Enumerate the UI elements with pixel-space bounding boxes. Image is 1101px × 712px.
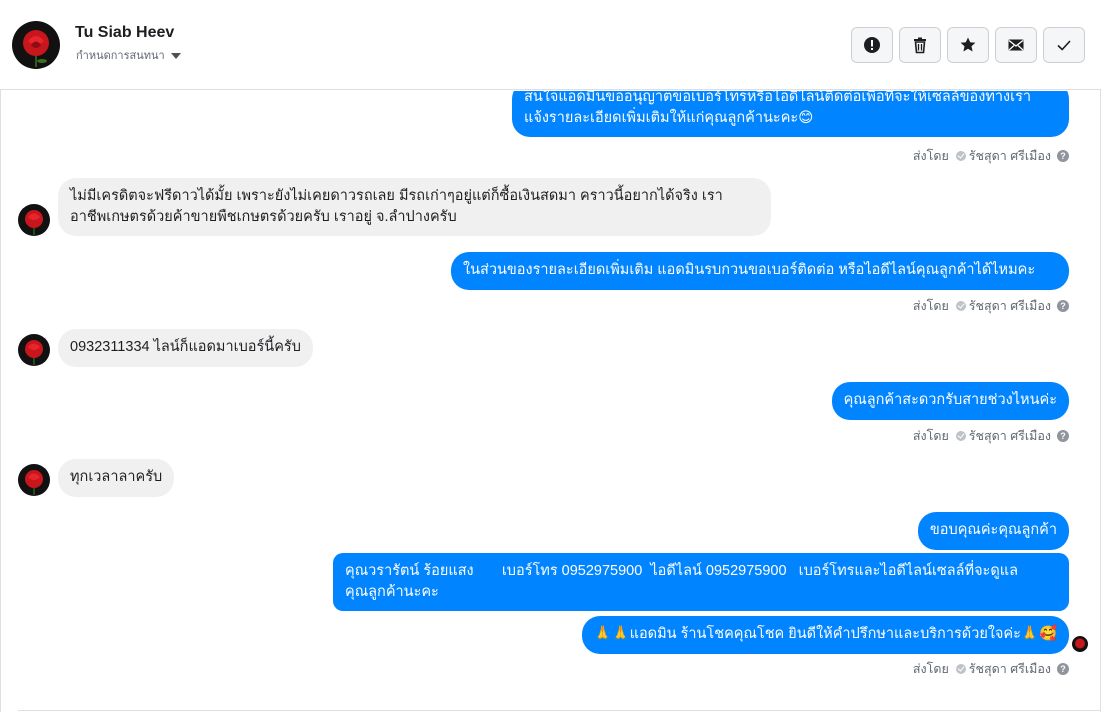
mark-unread-button[interactable] [995,27,1037,63]
star-icon [960,37,976,52]
help-icon[interactable]: ? [1057,300,1069,312]
help-icon[interactable]: ? [1057,663,1069,675]
message-incoming[interactable]: 0932311334 ไลน์ก็แอดมาเบอร์นี้ครับ [58,329,313,367]
sent-by-label: ส่งโดย รัชสุดา ศรีเมือง ? [913,659,1069,679]
message-incoming[interactable]: ไม่มีเครดิตจะฟรีดาวได้มั้ย เพราะยังไม่เค… [58,178,771,236]
contact-avatar[interactable] [12,21,60,69]
check-icon [1057,40,1071,51]
mark-spam-button[interactable] [851,27,893,63]
verified-icon [955,151,966,161]
contact-avatar-small[interactable] [18,204,50,236]
mark-done-button[interactable] [1043,27,1085,63]
contact-avatar-small[interactable] [18,464,50,496]
conversation-header: Tu Siab Heev กำหนดการสนทนา [0,0,1101,90]
mail-icon [1008,39,1024,51]
sent-by-label: ส่งโดย รัชสุดา ศรีเมือง ? [913,146,1069,166]
verified-icon [955,664,966,674]
message-thread[interactable]: สนใจแอดมินขออนุญาตขอเบอร์โทรหรือไอดีไลน์… [0,91,1101,711]
contact-name[interactable]: Tu Siab Heev [75,24,174,42]
message-incoming[interactable]: ทุกเวลาลาครับ [58,459,175,497]
delete-button[interactable] [899,27,941,63]
help-icon[interactable]: ? [1057,430,1069,442]
seen-avatar [1072,636,1088,652]
composer-divider [18,710,1100,711]
assign-label: กำหนดการสนทนา [76,50,165,62]
trash-icon [914,37,926,54]
sent-by-label: ส่งโดย รัชสุดา ศรีเมือง ? [913,426,1069,446]
verified-icon [955,301,966,311]
star-button[interactable] [947,27,989,63]
assign-conversation-dropdown[interactable]: กำหนดการสนทนา [76,46,181,64]
message-outgoing[interactable]: คุณวรารัตน์ ร้อยแสง เบอร์โทร 0952975900 … [333,553,1069,611]
contact-avatar-small[interactable] [18,334,50,366]
message-outgoing[interactable]: 🙏🙏แอดมิน ร้านโชคคุณโชค ยินดีให้คำปรึกษาแ… [581,616,1069,654]
message-outgoing[interactable]: ในส่วนของรายละเอียดเพิ่มเติม แอดมินรบกวน… [451,252,1069,290]
message-outgoing[interactable]: สนใจแอดมินขออนุญาตขอเบอร์โทรหรือไอดีไลน์… [512,91,1069,137]
chevron-down-icon [170,52,181,59]
message-outgoing[interactable]: คุณลูกค้าสะดวกรับสายช่วงไหนค่ะ [831,382,1069,420]
verified-icon [955,431,966,441]
help-icon[interactable]: ? [1057,150,1069,162]
message-outgoing[interactable]: ขอบคุณค่ะคุณลูกค้า [917,512,1069,550]
alert-icon [864,37,880,53]
sent-by-label: ส่งโดย รัชสุดา ศรีเมือง ? [913,296,1069,316]
conversation-actions [851,27,1085,63]
